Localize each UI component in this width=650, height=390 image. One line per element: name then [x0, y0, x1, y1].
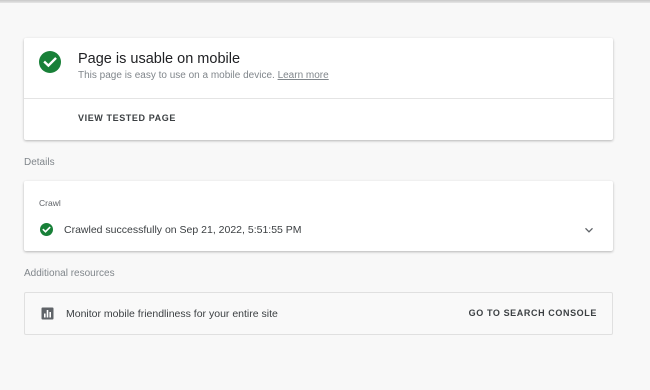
- resource-item: Monitor mobile friendliness for your ent…: [24, 292, 613, 335]
- top-edge-shadow: [0, 0, 650, 3]
- usability-title: Page is usable on mobile: [78, 51, 241, 67]
- crawl-status: Crawled successfully on Sep 21, 2022, 5:…: [64, 224, 302, 236]
- crawl-label: Crawl: [39, 198, 61, 208]
- bar-chart-icon: [41, 307, 54, 320]
- usability-subtitle: This page is easy to use on a mobile dev…: [78, 70, 275, 81]
- usability-subtitle-row: This page is easy to use on a mobile dev…: [78, 70, 329, 81]
- usability-result-card: Page is usable on mobile This page is ea…: [24, 38, 613, 140]
- additional-resources-label: Additional resources: [24, 268, 115, 279]
- card-divider: [24, 98, 613, 99]
- details-section-label: Details: [24, 157, 55, 168]
- chevron-down-icon[interactable]: [583, 224, 595, 236]
- learn-more-link[interactable]: Learn more: [278, 70, 329, 81]
- view-tested-page-button[interactable]: VIEW TESTED PAGE: [78, 113, 176, 123]
- check-circle-icon: [40, 223, 53, 236]
- check-circle-icon: [39, 51, 61, 73]
- crawl-card[interactable]: Crawl Crawled successfully on Sep 21, 20…: [24, 181, 613, 251]
- resource-description: Monitor mobile friendliness for your ent…: [66, 308, 278, 320]
- go-to-search-console-button[interactable]: GO TO SEARCH CONSOLE: [469, 308, 597, 318]
